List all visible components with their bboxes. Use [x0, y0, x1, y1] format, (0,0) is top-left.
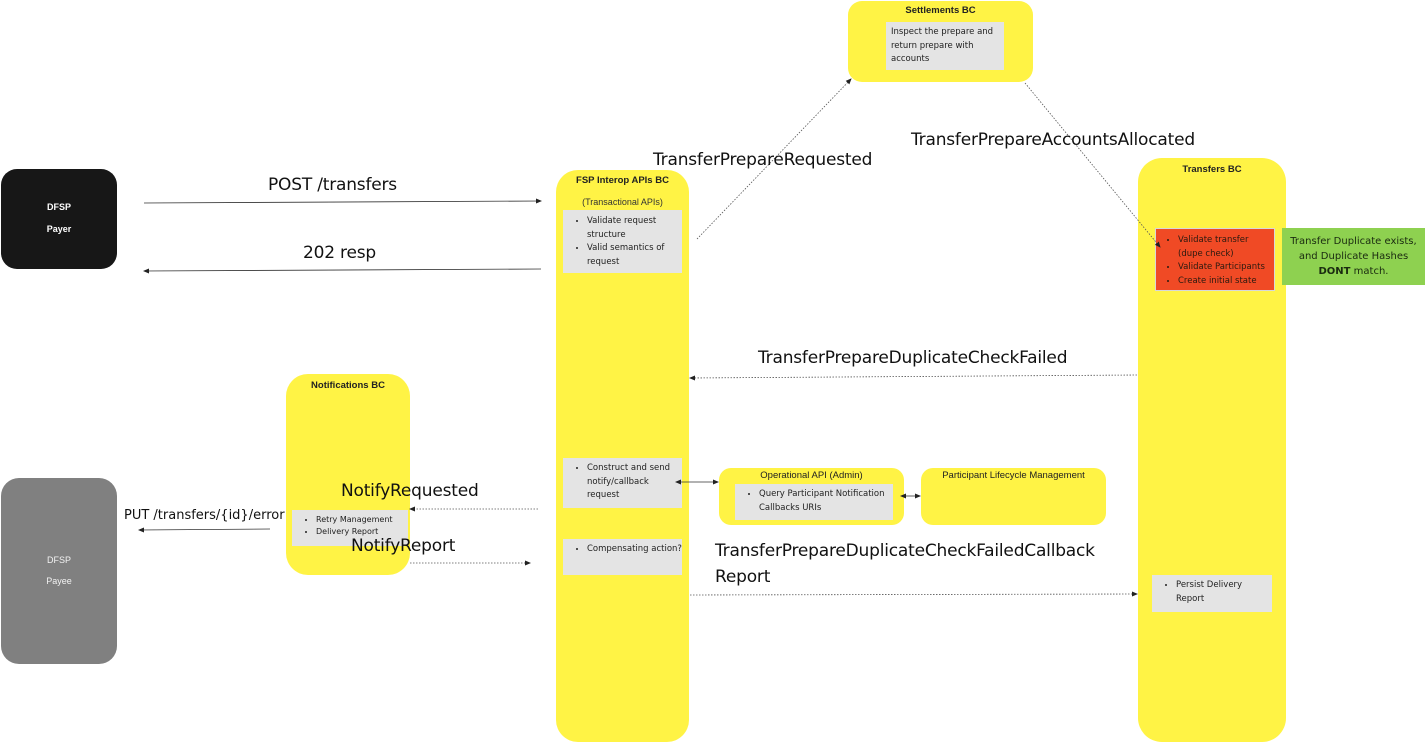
construct-notify-card: Construct and send notify/callback reque… [563, 458, 682, 508]
dfsp-payee-node[interactable]: DFSP Payee [1, 478, 117, 664]
duplicate-check-failed-callback-arrow [689, 591, 1138, 597]
card-item: Validate Participants [1178, 261, 1274, 275]
put-transfers-error-label: PUT /transfers/{id}/error [124, 508, 285, 523]
resp-202-label: 202 resp [303, 243, 376, 263]
fsp-interop-apis-bc[interactable]: FSP Interop APIs BC (Transactional APIs)… [556, 170, 689, 742]
transfers-bc-title: Transfers BC [1182, 164, 1242, 175]
compensating-action-card: Compensating action? [563, 539, 682, 575]
note-text-after: match. [1350, 266, 1389, 277]
transfer-prepare-requested-label: TransferPrepareRequested [653, 150, 873, 170]
resp-202-arrow [143, 268, 542, 274]
persist-delivery-report-card: Persist Delivery Report [1152, 575, 1272, 612]
dfsp-payer-node[interactable]: DFSP Payer [1, 169, 117, 269]
notifications-bc-title: Notifications BC [311, 380, 385, 391]
settlements-bc-title: Settlements BC [905, 5, 976, 16]
settlements-card-text: Inspect the prepare and return prepare w… [891, 27, 994, 64]
fsp-interop-bc-title: FSP Interop APIs BC [576, 175, 669, 186]
operational-api-admin[interactable]: Operational API (Admin) Query Participan… [719, 468, 904, 525]
card-item: Valid semantics of request [587, 242, 682, 269]
settlements-card: Inspect the prepare and return prepare w… [886, 22, 1004, 70]
card-item: Create initial state [1178, 275, 1274, 289]
card-item: Persist Delivery Report [1176, 579, 1272, 606]
card-item: Retry Management [316, 514, 408, 526]
card-item: Validate transfer (dupe check) [1178, 234, 1274, 261]
note-text-bold: DONT [1318, 266, 1351, 277]
validate-transfer-card: Validate transfer (dupe check) Validate … [1155, 228, 1275, 291]
card-item: Compensating action? [587, 543, 682, 557]
fsp-interop-bc-subtitle: (Transactional APIs) [582, 197, 663, 207]
validate-request-card: Validate request structure Valid semanti… [563, 210, 682, 273]
payee-label-line1: DFSP [46, 555, 71, 565]
transfer-prepare-accounts-allocated-label: TransferPrepareAccountsAllocated [911, 130, 1195, 150]
post-transfers-arrow [143, 198, 542, 204]
payer-label-line2: Payer [46, 224, 72, 234]
post-transfers-label: POST /transfers [268, 175, 397, 195]
settlements-bc[interactable]: Settlements BC Inspect the prepare and r… [848, 1, 1033, 82]
transfers-bc[interactable]: Transfers BC Validate transfer (dupe che… [1138, 158, 1286, 742]
participant-lifecycle-title: Participant Lifecycle Management [942, 470, 1085, 481]
callback-report-label-line2: Report [715, 567, 771, 587]
notify-report-label: NotifyReport [351, 536, 456, 556]
operational-api-title: Operational API (Admin) [760, 470, 863, 481]
duplicate-check-failed-arrow [689, 374, 1138, 381]
notify-requested-label: NotifyRequested [341, 481, 479, 501]
payee-label-line2: Payee [46, 576, 72, 586]
query-participant-card: Query Participant Notification Callbacks… [735, 484, 893, 520]
note-text-before: Transfer Duplicate exists, and Duplicate… [1290, 236, 1417, 262]
card-item: Construct and send notify/callback reque… [587, 462, 682, 503]
duplicate-check-failed-label: TransferPrepareDuplicateCheckFailed [758, 348, 1068, 368]
participant-lifecycle-management[interactable]: Participant Lifecycle Management [921, 468, 1106, 525]
card-item: Query Participant Notification Callbacks… [759, 488, 893, 515]
payer-label-line1: DFSP [46, 202, 71, 212]
callback-report-label-line1: TransferPrepareDuplicateCheckFailedCallb… [715, 541, 1095, 561]
put-transfers-error-arrow [138, 527, 271, 533]
duplicate-hash-note: Transfer Duplicate exists, and Duplicate… [1282, 228, 1425, 285]
card-item: Validate request structure [587, 215, 682, 242]
